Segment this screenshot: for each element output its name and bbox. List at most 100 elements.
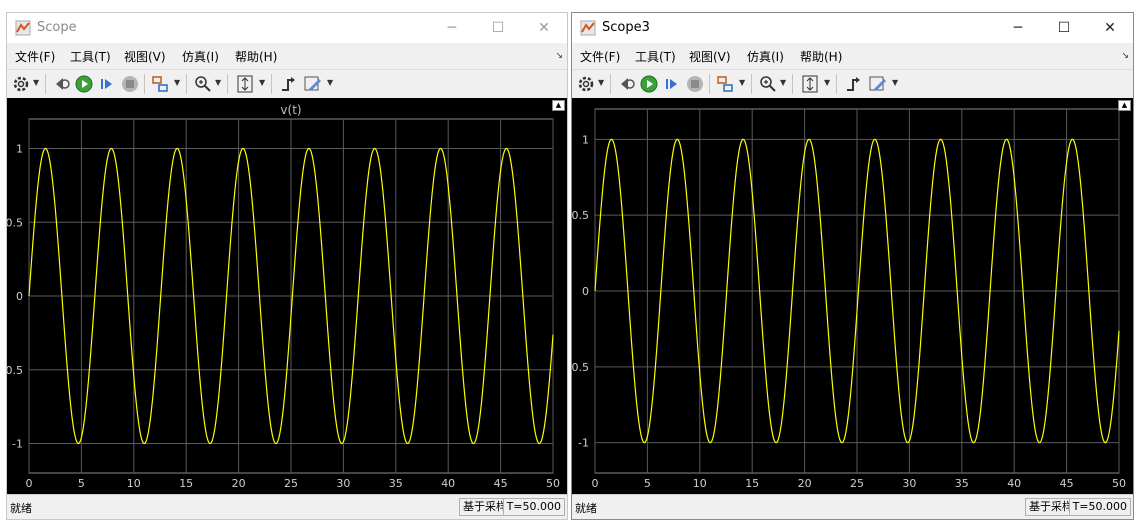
y-tick-label: 0.5 — [572, 209, 589, 222]
stop-icon[interactable] — [685, 74, 705, 94]
x-tick-label: 15 — [745, 477, 759, 490]
y-tick-label: -1 — [578, 437, 589, 450]
menu-tools[interactable]: 工具(T) — [635, 48, 676, 65]
dock-arrow-icon[interactable]: ↘ — [1121, 51, 1129, 61]
scope-window: Scope ─ ☐ ✕ 文件(F) 工具(T) 视图(V) 仿真(I) 帮助(H… — [6, 12, 568, 520]
matlab-app-icon — [15, 20, 31, 36]
x-tick-label: 25 — [850, 477, 864, 490]
settings-gear-icon[interactable] — [11, 74, 31, 94]
undock-icon[interactable]: ▲ — [552, 100, 565, 111]
settings-gear-icon[interactable] — [576, 74, 596, 94]
matlab-app-icon — [580, 20, 596, 36]
menu-view[interactable]: 视图(V) — [124, 48, 166, 65]
run-icon[interactable] — [639, 74, 659, 94]
highlight-icon[interactable] — [150, 74, 170, 94]
step-back-icon[interactable] — [51, 74, 71, 94]
status-bar: 就绪 基于采样 T=50.000 — [572, 494, 1133, 519]
stop-icon[interactable] — [120, 74, 140, 94]
step-forward-icon[interactable] — [97, 74, 117, 94]
x-tick-label: 50 — [1112, 477, 1126, 490]
menu-tools[interactable]: 工具(T) — [70, 48, 111, 65]
x-tick-label: 5 — [78, 477, 85, 490]
x-tick-label: 20 — [232, 477, 246, 490]
autoscale-icon[interactable] — [235, 74, 255, 94]
menu-bar: 文件(F) 工具(T) 视图(V) 仿真(I) 帮助(H) ↘ — [7, 43, 567, 69]
y-tick-label: -0.5 — [572, 361, 589, 374]
axis-title: v(t) — [280, 103, 301, 117]
step-back-icon[interactable] — [616, 74, 636, 94]
x-tick-label: 40 — [441, 477, 455, 490]
x-tick-label: 30 — [336, 477, 350, 490]
dock-arrow-icon[interactable]: ↘ — [555, 51, 563, 61]
x-tick-label: 15 — [179, 477, 193, 490]
title-bar[interactable]: Scope ─ ☐ ✕ — [7, 13, 567, 43]
chevron-down-icon[interactable]: ▼ — [780, 78, 786, 87]
x-tick-label: 45 — [1060, 477, 1074, 490]
x-tick-label: 0 — [26, 477, 33, 490]
highlight-icon[interactable] — [715, 74, 735, 94]
window-title: Scope — [37, 20, 77, 35]
status-ready: 就绪 — [10, 502, 32, 515]
undock-icon[interactable]: ▲ — [1118, 100, 1131, 111]
window-title: Scope3 — [602, 20, 650, 35]
maximize-button[interactable]: ☐ — [1041, 13, 1087, 43]
triggers-icon[interactable] — [844, 74, 864, 94]
menu-file[interactable]: 文件(F) — [15, 48, 55, 65]
menu-file[interactable]: 文件(F) — [580, 48, 620, 65]
scope-display[interactable]: v(t) 0 5 10 15 20 25 30 35 40 45 50 1 0.5 0 -0.5 -1 ▲ — [7, 98, 567, 495]
title-bar[interactable]: Scope3 ─ ☐ ✕ — [572, 13, 1133, 43]
chevron-down-icon[interactable]: ▼ — [824, 78, 830, 87]
x-tick-label: 5 — [644, 477, 651, 490]
scope3-window: Scope3 ─ ☐ ✕ 文件(F) 工具(T) 视图(V) 仿真(I) 帮助(… — [571, 12, 1134, 520]
chevron-down-icon[interactable]: ▼ — [33, 78, 39, 87]
menu-help[interactable]: 帮助(H) — [235, 48, 277, 65]
step-forward-icon[interactable] — [662, 74, 682, 94]
scope-display[interactable]: 0 5 10 15 20 25 30 35 40 45 50 1 0.5 0 -0.5 -1 ▲ — [572, 98, 1133, 495]
zoom-in-icon[interactable] — [193, 74, 213, 94]
run-icon[interactable] — [74, 74, 94, 94]
x-tick-label: 20 — [798, 477, 812, 490]
x-tick-label: 40 — [1007, 477, 1021, 490]
y-tick-label: -1 — [12, 438, 23, 451]
autoscale-icon[interactable] — [800, 74, 820, 94]
y-tick-label: -0.5 — [7, 364, 23, 377]
x-tick-label: 50 — [546, 477, 560, 490]
style-pencil-icon[interactable] — [868, 74, 888, 94]
y-tick-label: 0 — [16, 290, 23, 303]
y-tick-label: 0 — [582, 285, 589, 298]
chevron-down-icon[interactable]: ▼ — [259, 78, 265, 87]
toolbar: ▼ ▼ ▼ ▼ ▼ — [7, 69, 567, 99]
y-tick-label: 1 — [582, 133, 589, 146]
style-pencil-icon[interactable] — [303, 74, 323, 94]
x-tick-label: 35 — [955, 477, 969, 490]
y-tick-label: 1 — [16, 143, 23, 156]
triggers-icon[interactable] — [279, 74, 299, 94]
zoom-in-icon[interactable] — [758, 74, 778, 94]
menu-simulation[interactable]: 仿真(I) — [747, 48, 784, 65]
y-tick-label: 0.5 — [7, 216, 23, 229]
chevron-down-icon[interactable]: ▼ — [215, 78, 221, 87]
status-time: T=50.000 — [502, 498, 565, 516]
menu-bar: 文件(F) 工具(T) 视图(V) 仿真(I) 帮助(H) ↘ — [572, 43, 1133, 69]
x-tick-label: 45 — [494, 477, 508, 490]
menu-help[interactable]: 帮助(H) — [800, 48, 842, 65]
toolbar: ▼ ▼ ▼ ▼ ▼ — [572, 69, 1133, 99]
minimize-button[interactable]: ─ — [995, 13, 1041, 43]
chevron-down-icon[interactable]: ▼ — [598, 78, 604, 87]
chevron-down-icon[interactable]: ▼ — [174, 78, 180, 87]
scope-plot[interactable]: 0 5 10 15 20 25 30 35 40 45 50 1 0.5 0 -0.5 -1 — [572, 98, 1133, 495]
x-tick-label: 10 — [693, 477, 707, 490]
minimize-button[interactable]: ─ — [429, 13, 475, 43]
close-button[interactable]: ✕ — [521, 13, 567, 43]
maximize-button[interactable]: ☐ — [475, 13, 521, 43]
x-tick-label: 30 — [902, 477, 916, 490]
menu-view[interactable]: 视图(V) — [689, 48, 731, 65]
status-bar: 就绪 基于采样 T=50.000 — [7, 494, 567, 519]
close-button[interactable]: ✕ — [1087, 13, 1133, 43]
scope-plot[interactable]: v(t) 0 5 10 15 20 25 30 35 40 45 50 1 0.5 0 -0.5 -1 — [7, 98, 567, 495]
chevron-down-icon[interactable]: ▼ — [327, 78, 333, 87]
chevron-down-icon[interactable]: ▼ — [739, 78, 745, 87]
chevron-down-icon[interactable]: ▼ — [892, 78, 898, 87]
x-tick-label: 35 — [389, 477, 403, 490]
menu-simulation[interactable]: 仿真(I) — [182, 48, 219, 65]
